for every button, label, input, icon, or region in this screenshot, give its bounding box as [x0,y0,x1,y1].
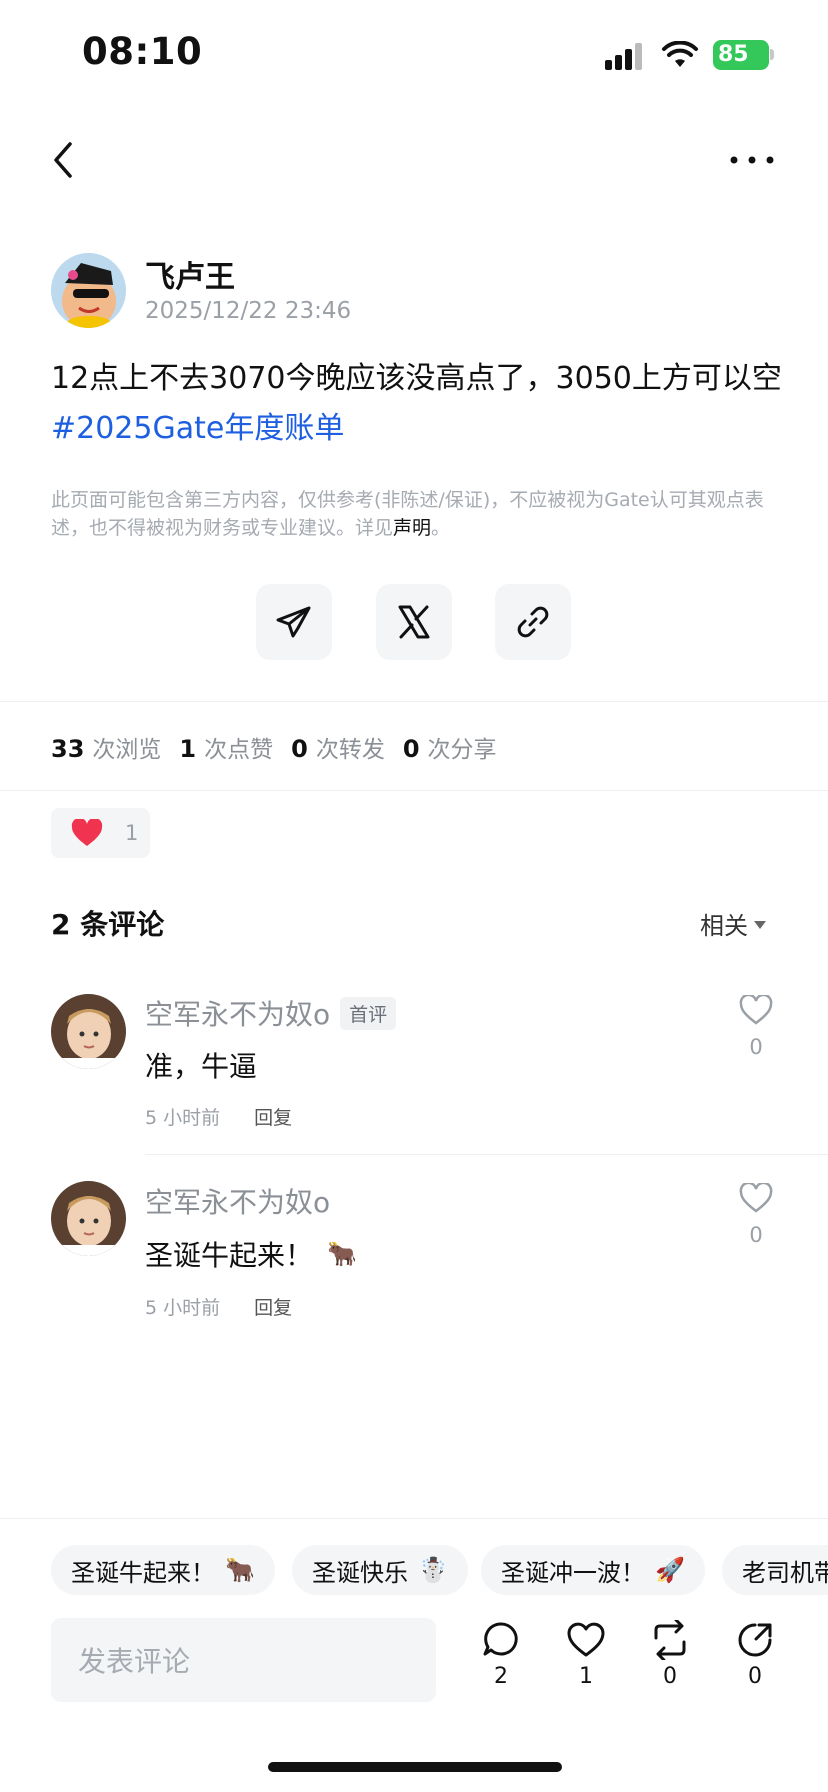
share-arrow-icon [738,1623,772,1657]
heart-outline-icon [567,1622,605,1657]
home-indicator[interactable] [268,1762,562,1772]
more-dots-icon [730,156,774,164]
rocket-emoji-icon: 🚀 [655,1556,685,1584]
comment-meta: 5 小时前 回复 [145,1103,292,1130]
comment-meta: 5 小时前 回复 [145,1293,292,1320]
share-action[interactable]: 0 [725,1620,785,1689]
divider [0,790,828,791]
telegram-icon [276,606,311,638]
first-comment-badge: 首评 [340,996,397,1030]
status-time: 08:10 [82,30,203,73]
reaction-count: 1 [125,821,139,845]
more-button[interactable] [728,150,776,174]
likes-count: 1 [579,1664,593,1689]
snowman-emoji-icon: ☃️ [418,1556,448,1584]
post-stats: 33 次浏览 1 次点赞 0 次转发 0 次分享 [51,730,497,764]
comment-time: 5 小时前 [145,1107,221,1129]
share-x-button[interactable] [376,584,452,660]
views-stat: 33 次浏览 [51,735,162,763]
comment-time: 5 小时前 [145,1297,221,1319]
comments-count: 2 [494,1664,508,1689]
quick-reply-text: 圣诞牛起来！ [71,1558,215,1587]
divider [0,701,828,702]
author-name[interactable]: 飞卢王 [145,252,235,296]
shares-stat: 0 次分享 [402,735,497,763]
commenter-name[interactable]: 空军永不为奴o [145,993,330,1033]
comment-bubble-icon [483,1622,518,1656]
link-icon [517,606,549,638]
caret-down-icon [754,921,766,929]
heart-outline-icon [739,993,773,1025]
commenter-name[interactable]: 空军永不为奴o [145,1181,330,1221]
reposts-count: 0 [663,1664,677,1689]
comment-like-button[interactable] [739,993,773,1029]
reply-button[interactable]: 回复 [254,1293,292,1320]
wifi-icon [661,40,699,73]
quick-reply-text: 圣诞冲一波！ [501,1558,645,1587]
battery-nub [770,49,774,60]
chevron-left-icon [54,142,72,178]
quick-reply-chip[interactable]: 圣诞快乐 ☃️ [292,1545,468,1595]
comment-text: 圣诞牛起来！ [145,1239,314,1272]
comment-input-placeholder: 发表评论 [78,1645,191,1678]
copy-link-button[interactable] [495,584,571,660]
back-button[interactable] [48,140,78,184]
divider [0,1518,828,1519]
commenter-avatar[interactable] [51,994,126,1069]
heart-reaction-chip[interactable]: 1 [51,808,150,858]
signal-icon [605,42,645,74]
share-telegram-button[interactable] [256,584,332,660]
disclaimer: 此页面可能包含第三方内容，仅供参考(非陈述/保证)，不应被视为Gate认可其观点… [51,486,781,542]
comment-like-count: 0 [749,1223,763,1247]
comment-header: 空军永不为奴o 首评 [145,993,397,1033]
sort-dropdown[interactable]: 相关 [700,906,766,941]
heart-outline-icon [739,1181,773,1213]
quick-reply-text: 圣诞快乐 [312,1558,408,1587]
ox-emoji-icon: 🐂 [225,1556,255,1584]
repost-icon [654,1620,686,1660]
commenter-avatar[interactable] [51,1181,126,1256]
likes-stat: 1 次点赞 [179,735,274,763]
reposts-stat: 0 次转发 [291,735,385,763]
author-avatar[interactable] [51,253,126,328]
sort-label: 相关 [700,912,748,940]
comment-like-count: 0 [749,1035,763,1059]
x-icon [398,605,430,639]
comment-text-row: 圣诞牛起来！ 🐂 [145,1234,357,1274]
like-action[interactable]: 1 [556,1620,616,1689]
disclaimer-end: 。 [431,517,451,539]
reply-button[interactable]: 回复 [254,1103,292,1130]
comment-input[interactable]: 发表评论 [51,1618,436,1702]
hashtag-link[interactable]: #2025Gate年度账单 [51,411,344,446]
comments-action[interactable]: 2 [471,1620,531,1689]
divider [145,1154,828,1155]
post-content: 12点上不去3070今晚应该没高点了，3050上方可以空 #2025Gate年度账… [51,354,786,454]
comment-text: 准，牛逼 [145,1050,258,1083]
shares-count: 0 [748,1664,762,1689]
quick-reply-chip[interactable]: 圣诞冲一波！ 🚀 [481,1545,705,1595]
repost-action[interactable]: 0 [640,1620,700,1689]
comment-like-button[interactable] [739,1181,773,1217]
disclaimer-link[interactable]: 声明 [393,517,431,539]
post-text: 12点上不去3070今晚应该没高点了，3050上方可以空 [51,361,782,396]
battery-indicator: 85 [713,40,769,70]
quick-reply-text: 老司机带 [742,1558,828,1587]
heart-filled-icon [71,819,103,846]
quick-reply-chip[interactable]: 圣诞牛起来！ 🐂 [51,1545,275,1595]
post-timestamp: 2025/12/22 23:46 [145,298,352,324]
quick-reply-chip[interactable]: 老司机带 [722,1545,828,1595]
comments-title: 2 条评论 [51,908,165,941]
ox-emoji-icon: 🐂 [327,1240,357,1268]
